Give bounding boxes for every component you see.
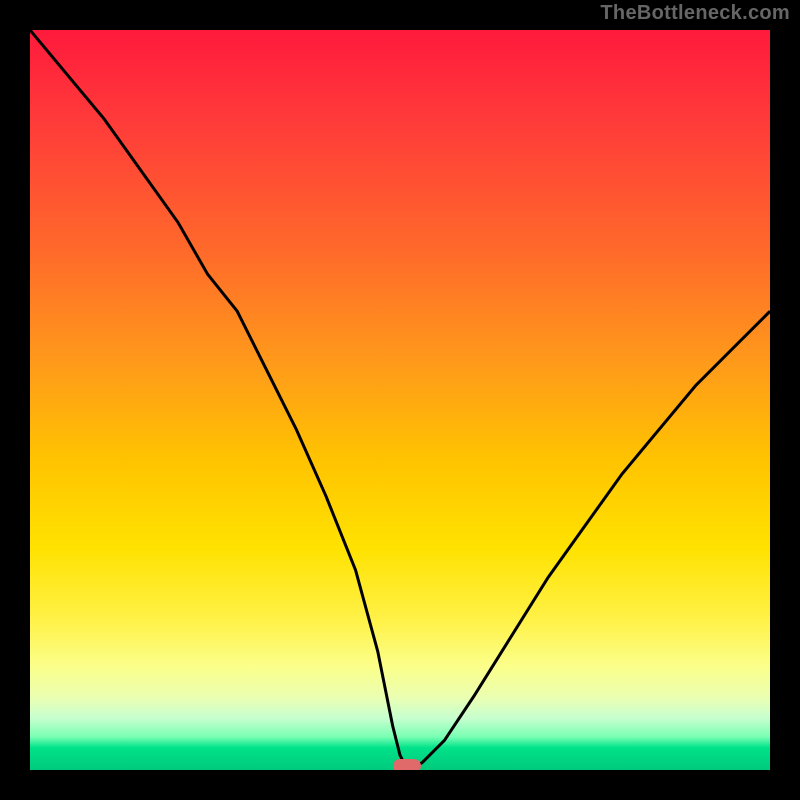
plot-area (30, 30, 770, 770)
bottleneck-curve (30, 30, 770, 770)
chart-frame: TheBottleneck.com (0, 0, 800, 800)
watermark-text: TheBottleneck.com (600, 2, 790, 25)
optimal-marker (393, 759, 421, 770)
curve-svg (30, 30, 770, 770)
